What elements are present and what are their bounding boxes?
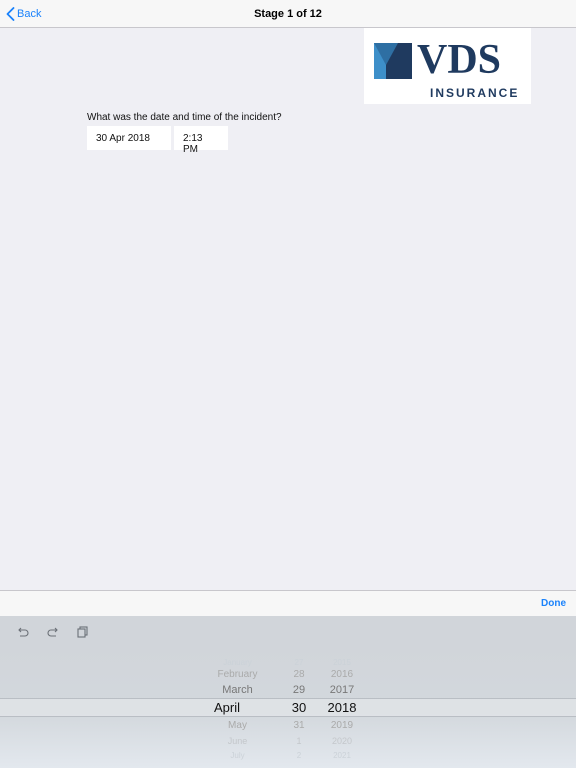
day-option[interactable]: 27 (284, 658, 314, 667)
keyboard-shortcut-bar (0, 616, 576, 646)
redo-icon (47, 627, 58, 637)
day-option-selected[interactable]: 30 (284, 700, 314, 715)
day-option[interactable]: 1 (284, 736, 314, 746)
undo-icon (18, 627, 29, 637)
day-option[interactable]: 29 (284, 684, 314, 696)
year-column[interactable]: 2015 2016 2017 2018 2019 2020 2021 (322, 646, 362, 768)
month-option[interactable]: May (190, 720, 285, 731)
year-option[interactable]: 2015 (322, 658, 362, 667)
day-column[interactable]: 27 28 29 30 31 1 2 (284, 646, 314, 768)
month-option[interactable]: March (190, 684, 285, 696)
vds-logo-mark-icon (374, 43, 412, 79)
day-option[interactable]: 2 (284, 751, 314, 760)
month-option[interactable]: July (190, 751, 285, 760)
navigation-bar: Back Stage 1 of 12 (0, 0, 576, 28)
vds-insurance-logo: VDS INSURANCE (364, 28, 531, 104)
month-column[interactable]: January February March April May June Ju… (190, 646, 285, 768)
month-option-selected[interactable]: April (190, 700, 285, 715)
year-option[interactable]: 2016 (322, 669, 362, 680)
undo-button[interactable] (16, 625, 30, 639)
logo-wordmark: VDS (417, 37, 502, 83)
page-title: Stage 1 of 12 (254, 8, 322, 20)
redo-button[interactable] (46, 625, 60, 639)
year-option[interactable]: 2021 (322, 751, 362, 760)
day-option[interactable]: 31 (284, 720, 314, 731)
month-option[interactable]: June (190, 736, 285, 746)
year-option-selected[interactable]: 2018 (322, 700, 362, 715)
incident-date-field[interactable]: 30 Apr 2018 (87, 126, 171, 150)
month-option[interactable]: February (190, 669, 285, 680)
done-button[interactable]: Done (541, 598, 566, 609)
year-option[interactable]: 2017 (322, 684, 362, 696)
paste-icon (77, 626, 88, 638)
picker-toolbar: Done (0, 590, 576, 616)
logo-tagline: INSURANCE (430, 86, 520, 100)
incident-question: What was the date and time of the incide… (87, 112, 282, 123)
month-option[interactable]: January (190, 658, 285, 667)
year-option[interactable]: 2020 (322, 736, 362, 746)
incident-time-field[interactable]: 2:13 PM (174, 126, 228, 155)
day-option[interactable]: 28 (284, 669, 314, 680)
date-picker[interactable]: January February March April May June Ju… (0, 646, 576, 768)
year-option[interactable]: 2019 (322, 720, 362, 731)
paste-button[interactable] (76, 625, 90, 639)
